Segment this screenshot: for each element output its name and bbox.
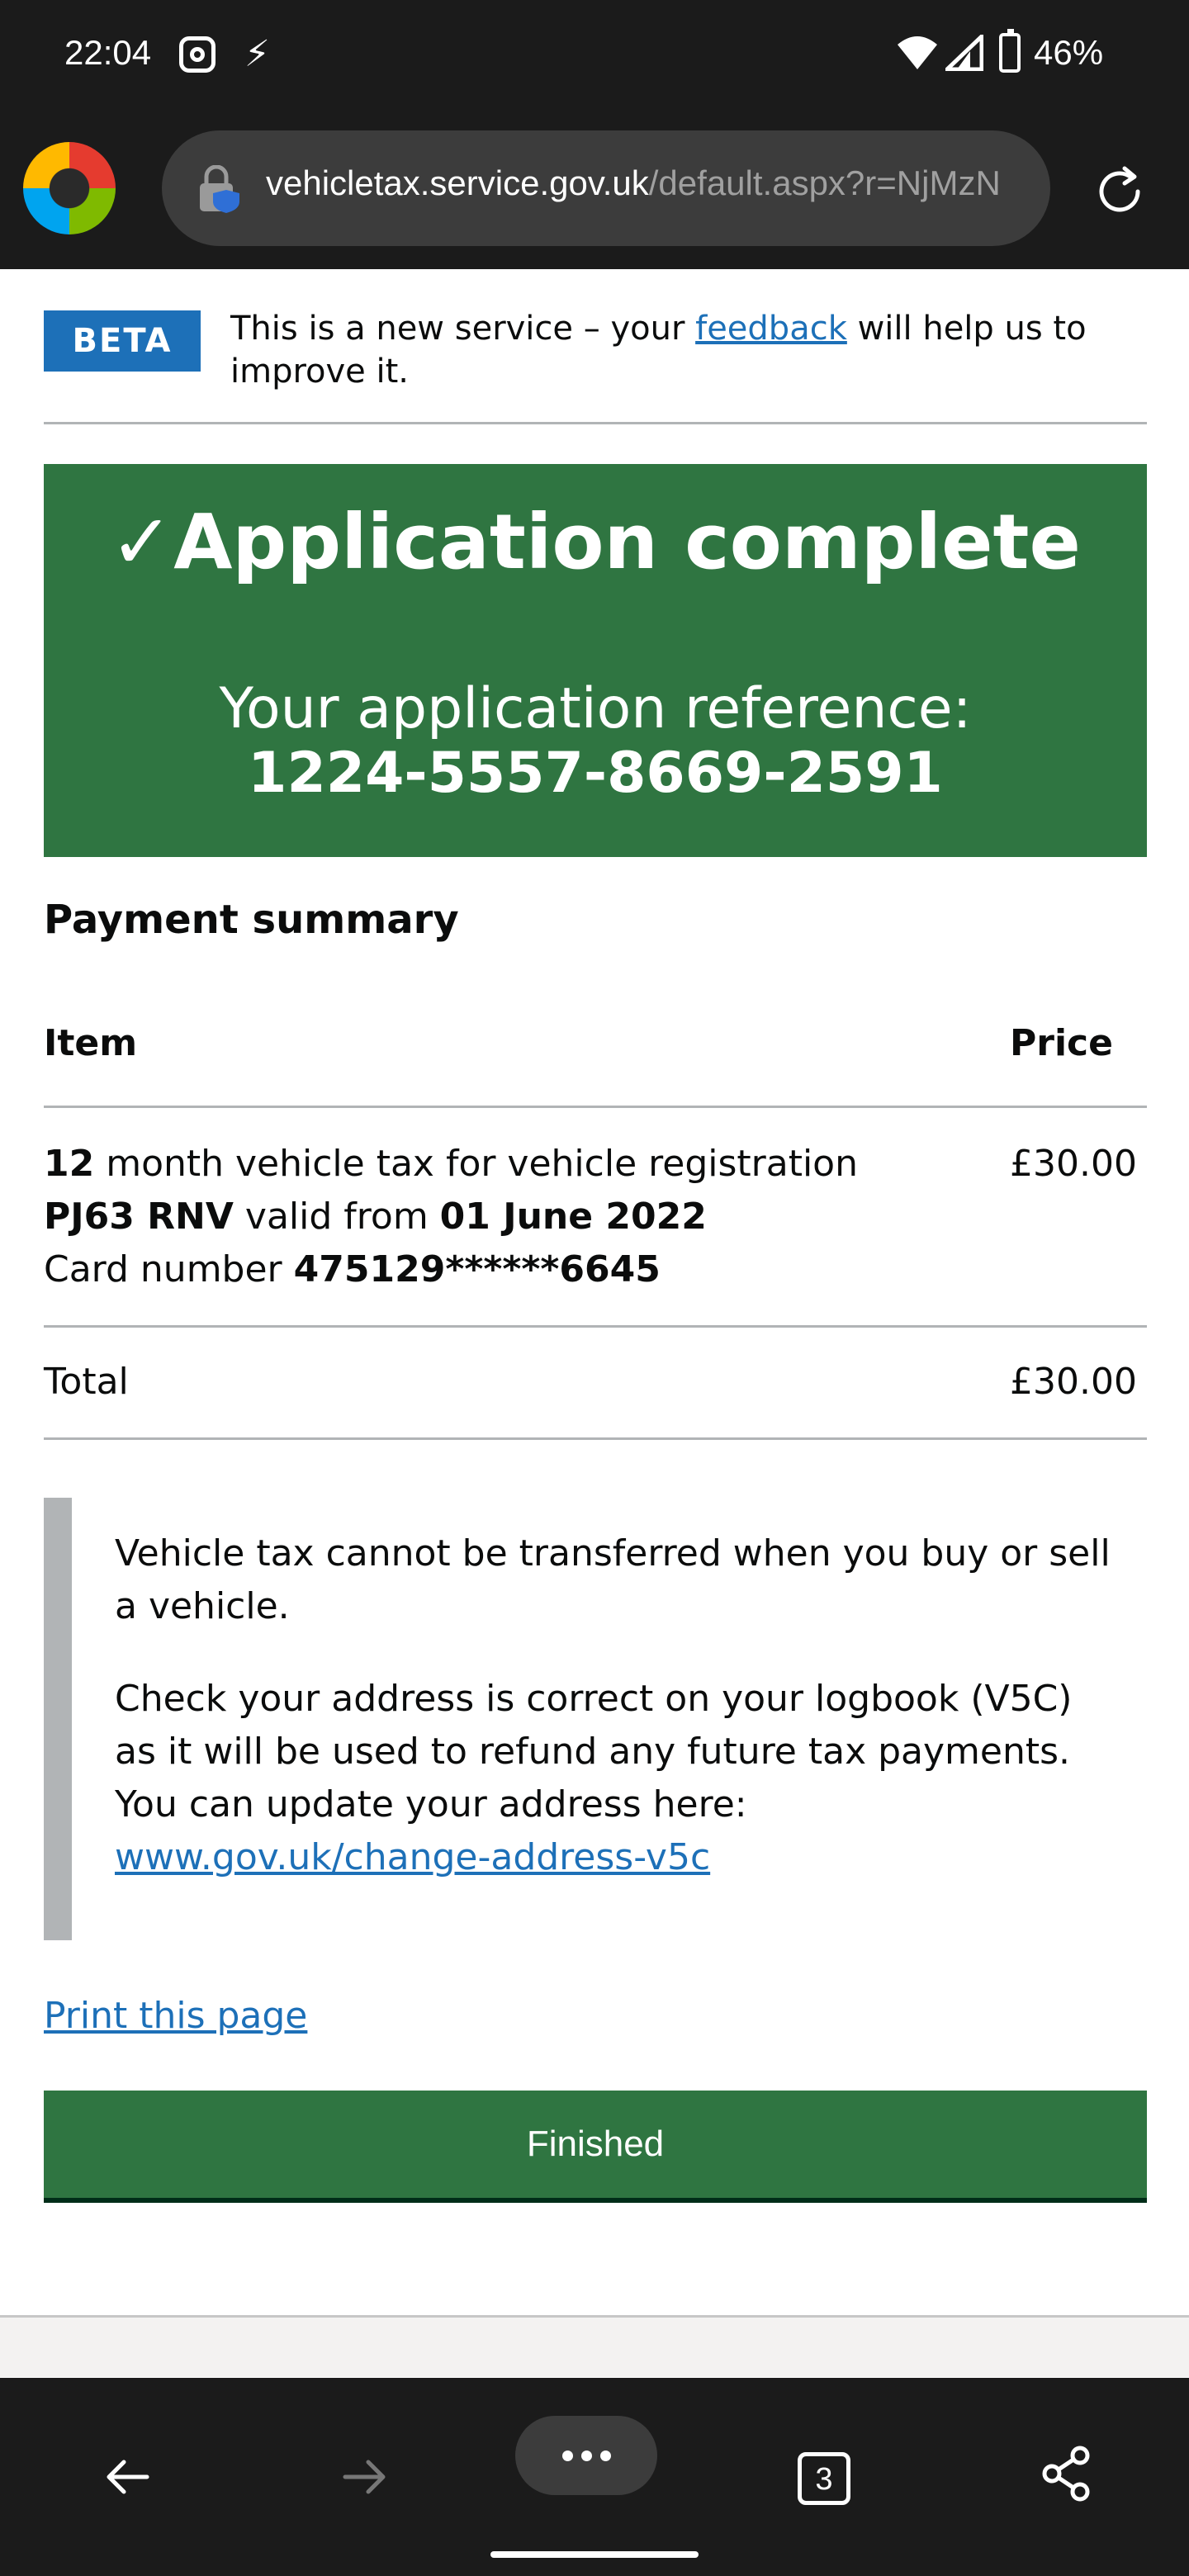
status-bar: 22:04 ⚡ 46% xyxy=(0,0,1189,107)
column-header-price: Price xyxy=(1010,1022,1113,1064)
confirmation-title: ✓Application complete xyxy=(44,497,1147,588)
beta-tag: BETA xyxy=(44,310,201,372)
web-page: BETA This is a new service – your feedba… xyxy=(0,269,1189,2377)
print-page-link[interactable]: Print this page xyxy=(44,1995,307,2037)
beta-banner-text: This is a new service – your feedback wi… xyxy=(230,307,1089,393)
valid-from-date: 01 June 2022 xyxy=(439,1196,707,1238)
address-bar[interactable]: vehicletax.service.gov.uk/default.aspx?r… xyxy=(162,130,1050,246)
item-description: 12 month vehicle tax for vehicle registr… xyxy=(44,1138,952,1296)
tax-months: 12 xyxy=(44,1143,95,1185)
url-path: /default.aspx?r=NjMzN xyxy=(648,163,1001,202)
browser-profile-logo[interactable] xyxy=(23,142,116,234)
reference-number: 1224-5557-8669-2591 xyxy=(248,741,943,806)
change-address-link[interactable]: www.gov.uk/change-address-v5c xyxy=(115,1836,710,1878)
back-arrow-icon[interactable] xyxy=(97,2447,157,2507)
feedback-link[interactable]: feedback xyxy=(695,310,847,348)
browser-toolbar: vehicletax.service.gov.uk/default.aspx?r… xyxy=(0,107,1189,269)
total-value: £30.00 xyxy=(1010,1361,1137,1403)
payment-table: Item Price 12 month vehicle tax for vehi… xyxy=(44,1012,1147,1440)
battery-percentage: 46% xyxy=(1034,33,1104,72)
reload-icon[interactable] xyxy=(1090,162,1149,221)
card-number: 475129******6645 xyxy=(293,1248,661,1290)
inset-paragraph-address: Check your address is correct on your lo… xyxy=(115,1673,1122,1884)
application-reference: Your application reference: 1224-5557-86… xyxy=(143,677,1048,806)
status-time: 22:04 xyxy=(64,33,152,72)
item-text-1: month vehicle tax for vehicle registrati… xyxy=(94,1143,858,1185)
browser-bottom-nav: 3 xyxy=(0,2378,1189,2576)
total-label: Total xyxy=(44,1361,129,1403)
vehicle-registration: PJ63 RNV xyxy=(44,1196,234,1238)
card-number-label: Card number xyxy=(44,1248,294,1290)
column-header-item: Item xyxy=(44,1022,138,1064)
total-row: Total £30.00 xyxy=(44,1328,1147,1440)
item-text-2: valid from xyxy=(233,1196,440,1238)
confirmation-title-text: Application complete xyxy=(173,498,1081,586)
tabs-count-button[interactable]: 3 xyxy=(798,2452,850,2505)
lightning-icon: ⚡ xyxy=(244,33,270,75)
url-host: vehicletax.service.gov.uk xyxy=(266,163,649,202)
url-text[interactable]: vehicletax.service.gov.uk/default.aspx?r… xyxy=(266,163,1001,203)
checkmark-icon: ✓ xyxy=(110,498,174,586)
battery-icon xyxy=(999,29,1021,73)
forward-arrow-icon[interactable] xyxy=(335,2447,395,2507)
home-indicator[interactable] xyxy=(490,2551,699,2558)
page-footer xyxy=(0,2318,1189,2377)
finished-button[interactable]: Finished xyxy=(44,2091,1147,2198)
dot-icon xyxy=(562,2451,573,2461)
wifi-icon xyxy=(898,36,937,69)
item-price: £30.00 xyxy=(1010,1143,1137,1185)
payment-summary-heading: Payment summary xyxy=(44,897,459,943)
phase-banner: BETA This is a new service – your feedba… xyxy=(44,289,1147,424)
more-menu-button[interactable] xyxy=(515,2416,657,2495)
share-icon[interactable] xyxy=(1037,2444,1097,2503)
lock-shield-icon[interactable] xyxy=(197,165,243,213)
beta-text-before: This is a new service – your xyxy=(230,310,696,348)
dot-icon xyxy=(581,2451,592,2461)
table-row: 12 month vehicle tax for vehicle registr… xyxy=(44,1108,1147,1328)
table-header: Item Price xyxy=(44,1012,1147,1108)
inset-text: Vehicle tax cannot be transferred when y… xyxy=(44,1498,1147,1940)
confirmation-panel: ✓Application complete Your application r… xyxy=(44,464,1147,857)
inset-paragraph-transfer: Vehicle tax cannot be transferred when y… xyxy=(115,1532,1111,1627)
reference-label: Your application reference: xyxy=(219,676,972,741)
signal-icon xyxy=(945,35,983,71)
inset-address-text: Check your address is correct on your lo… xyxy=(115,1678,1073,1825)
instagram-notification-icon xyxy=(179,36,216,73)
dot-icon xyxy=(600,2451,611,2461)
